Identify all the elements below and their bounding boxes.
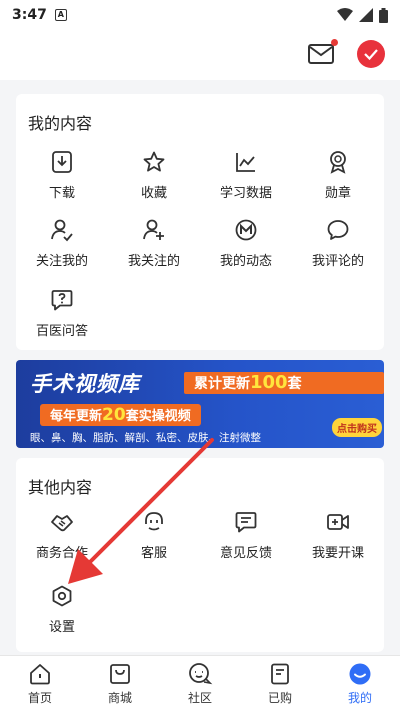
- learning-data-label: 学习数据: [219, 186, 272, 201]
- activity-icon: [235, 219, 257, 241]
- favorites-label: 收藏: [140, 186, 167, 201]
- other-content-title: 其他内容: [28, 478, 93, 497]
- tab-me-label: 我的: [347, 691, 372, 705]
- customer-service-item[interactable]: 客服: [108, 510, 200, 561]
- my-content-title: 我的内容: [28, 114, 93, 133]
- my-activity-label: 我的动态: [219, 254, 272, 269]
- following-label: 我关注的: [127, 254, 180, 269]
- create-course-label: 我要开课: [311, 546, 364, 561]
- favorites-item[interactable]: 收藏: [108, 150, 200, 201]
- my-comments-item[interactable]: 我评论的: [292, 218, 384, 269]
- my-content-card: 我的内容 下载 收藏 学习数据 勋章 关注我的 我关注的 我的动态 我评论的 百…: [16, 94, 384, 350]
- signal-icon: [359, 8, 373, 22]
- banner-yearly-prefix: 每年更新: [50, 409, 103, 424]
- feedback-label: 意见反馈: [219, 546, 272, 561]
- tab-home-label: 首页: [27, 691, 52, 705]
- banner-title: 手术视频库: [30, 372, 140, 396]
- banner-yearly-updates: 每年更新20套实操视频: [40, 404, 201, 426]
- settings-label: 设置: [48, 620, 75, 635]
- banner-total-suffix: 套: [287, 376, 302, 392]
- tab-home[interactable]: 首页: [10, 662, 70, 706]
- tab-purchased[interactable]: 已购: [250, 662, 310, 706]
- unread-dot: [331, 39, 338, 46]
- me-icon: [349, 663, 371, 685]
- tab-shop-label: 商城: [107, 691, 132, 705]
- comment-icon: [327, 220, 349, 240]
- user-add-icon: [143, 219, 164, 240]
- mail-icon: [308, 44, 334, 64]
- medal-icon: [330, 151, 346, 174]
- tab-community-label: 社区: [187, 691, 212, 705]
- banner-categories: 眼、鼻、胸、脂肪、解剖、私密、皮肤、注射微整: [30, 432, 261, 444]
- handshake-icon: [51, 515, 73, 532]
- home-icon: [30, 664, 50, 685]
- status-bar: 3:47 A: [0, 0, 400, 30]
- video-add-icon: [327, 514, 349, 530]
- followers-label: 关注我的: [35, 254, 88, 269]
- business-label: 商务合作: [35, 546, 88, 561]
- qa-item[interactable]: 百医问答: [16, 288, 108, 339]
- tab-me[interactable]: 我的: [330, 662, 390, 706]
- banner-yearly-suffix: 套实操视频: [125, 409, 191, 424]
- banner-total-updates: 累计更新100套: [184, 372, 384, 394]
- wifi-icon: [337, 8, 353, 21]
- download-item[interactable]: 下载: [16, 150, 108, 201]
- chart-icon: [236, 153, 255, 172]
- tab-community[interactable]: 社区: [170, 662, 230, 706]
- learning-data-item[interactable]: 学习数据: [200, 150, 292, 201]
- qa-label: 百医问答: [35, 324, 88, 339]
- top-bar: [0, 30, 400, 80]
- other-content-card: 其他内容 商务合作 客服 意见反馈 我要开课 设置: [16, 458, 384, 652]
- headset-icon: [145, 512, 163, 531]
- app-notification-icon: A: [54, 9, 67, 21]
- banner-total-prefix: 累计更新: [194, 376, 250, 392]
- feedback-item[interactable]: 意见反馈: [200, 510, 292, 561]
- bottom-tab-bar: 首页 商城 社区 已购 我的: [0, 655, 400, 710]
- my-activity-item[interactable]: 我的动态: [200, 218, 292, 269]
- purchased-icon: [271, 663, 289, 685]
- status-time: 3:47: [12, 7, 47, 23]
- banner-total-number: 100: [250, 372, 288, 393]
- download-label: 下载: [48, 186, 75, 201]
- settings-icon: [52, 585, 72, 607]
- settings-item[interactable]: 设置: [16, 584, 108, 635]
- medal-item[interactable]: 勋章: [292, 150, 384, 201]
- tab-shop[interactable]: 商城: [90, 662, 150, 706]
- surgery-video-banner[interactable]: 手术视频库 累计更新100套 每年更新20套实操视频 眼、鼻、胸、脂肪、解剖、私…: [16, 360, 384, 448]
- create-course-item[interactable]: 我要开课: [292, 510, 384, 561]
- battery-icon: [379, 7, 388, 23]
- business-item[interactable]: 商务合作: [16, 510, 108, 561]
- feedback-icon: [235, 512, 257, 533]
- tab-purchased-label: 已购: [267, 691, 292, 705]
- banner-yearly-number: 20: [102, 405, 126, 425]
- shop-icon: [110, 664, 130, 684]
- user-check-icon: [51, 219, 73, 242]
- banner-buy-button[interactable]: 点击购买: [332, 418, 382, 437]
- download-icon: [52, 151, 72, 173]
- my-comments-label: 我评论的: [311, 254, 364, 269]
- question-icon: [51, 290, 73, 311]
- customer-service-label: 客服: [140, 546, 167, 561]
- message-button[interactable]: [308, 39, 338, 67]
- check-icon: [364, 49, 378, 61]
- star-icon: [143, 151, 165, 172]
- followers-item[interactable]: 关注我的: [16, 218, 108, 269]
- community-icon: [189, 663, 213, 685]
- medal-label: 勋章: [324, 186, 351, 201]
- avatar[interactable]: [357, 40, 385, 68]
- following-item[interactable]: 我关注的: [108, 218, 200, 269]
